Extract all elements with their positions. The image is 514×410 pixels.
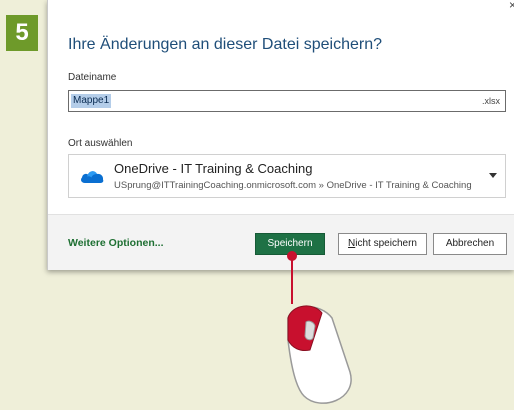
filename-value[interactable]: Mappe1 <box>71 94 112 108</box>
chevron-down-icon[interactable] <box>489 173 497 178</box>
filename-extension: .xlsx <box>482 96 500 106</box>
dont-save-button[interactable]: Nicht speichern <box>338 233 427 255</box>
filename-input[interactable]: Mappe1 .xlsx <box>68 90 506 112</box>
location-label: Ort auswählen <box>68 138 133 149</box>
location-path: USprung@ITTrainingCoaching.onmicrosoft.c… <box>114 180 472 191</box>
filename-label: Dateiname <box>68 72 117 83</box>
onedrive-cloud-icon <box>81 171 104 183</box>
dont-save-label: icht speichern <box>355 238 417 249</box>
save-button[interactable]: Speichern <box>255 233 325 255</box>
close-icon[interactable]: × <box>509 0 514 11</box>
location-name: OneDrive - IT Training & Coaching <box>114 161 313 176</box>
mouse-icon <box>287 305 352 404</box>
dialog-footer: Weitere Optionen... Speichern Nicht spei… <box>48 214 514 270</box>
dialog-title: Ihre Änderungen an dieser Datei speicher… <box>68 36 382 53</box>
cancel-button[interactable]: Abbrechen <box>433 233 507 255</box>
save-changes-dialog: × Ihre Änderungen an dieser Datei speich… <box>47 0 514 270</box>
step-number-badge: 5 <box>6 15 38 51</box>
more-options-link[interactable]: Weitere Optionen... <box>68 237 163 249</box>
location-dropdown[interactable]: OneDrive - IT Training & Coaching USprun… <box>68 154 506 198</box>
